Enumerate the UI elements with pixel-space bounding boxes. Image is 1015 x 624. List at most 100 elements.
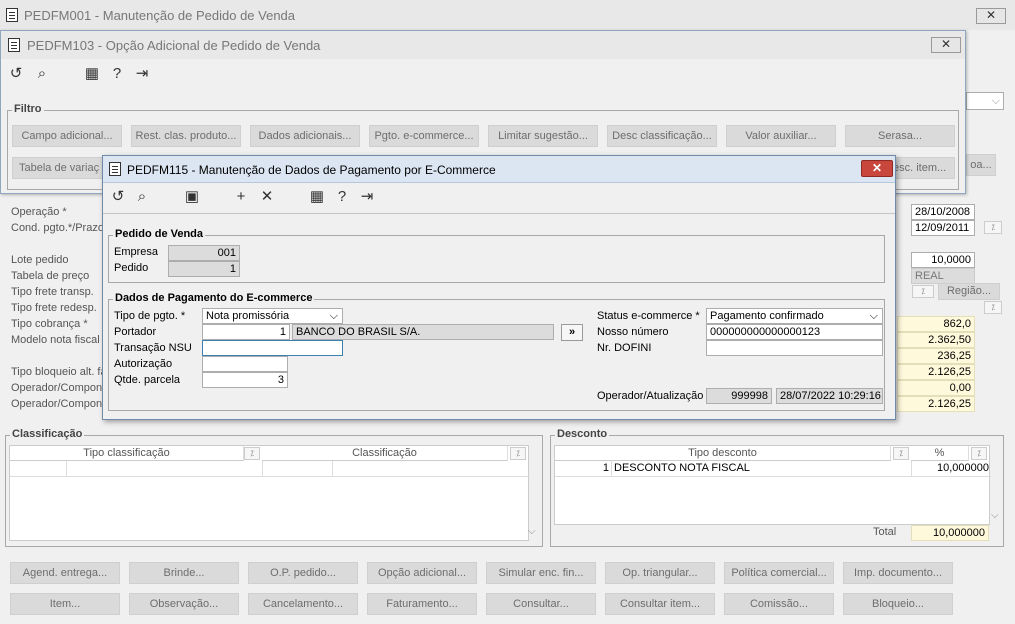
label-lote-pedido: Lote pedido [11, 254, 69, 266]
regiao-button[interactable]: Região... [938, 283, 1000, 300]
parcelas-field[interactable]: 3 [202, 372, 288, 388]
op-triangular-button[interactable]: Op. triangular... [605, 562, 715, 584]
agend-entrega-button[interactable]: Agend. entrega... [10, 562, 120, 584]
date-field-1[interactable]: 28/10/2008 [911, 204, 975, 220]
dialog-close-button[interactable]: ✕ [861, 160, 893, 177]
portador-code-field[interactable]: 1 [202, 324, 290, 340]
item-button[interactable]: Item... [10, 593, 120, 615]
pedido-field: 1 [168, 261, 240, 277]
desconto-group: Desconto Tipo desconto ⁒ % ⁒ 1 DESCONTO … [550, 428, 1004, 547]
calendar-icon[interactable]: ▦ [308, 188, 326, 206]
filter-icon[interactable]: ⁒ [971, 447, 987, 460]
filter-icon[interactable]: ⁒ [984, 301, 1002, 314]
imp-documento-button[interactable]: Imp. documento... [843, 562, 953, 584]
undo-icon[interactable]: ↺ [7, 65, 25, 83]
label-operacao: Operação * [11, 206, 67, 218]
calendar-icon[interactable]: ▦ [83, 65, 101, 83]
autorizacao-label: Autorização [114, 358, 173, 370]
pedido-venda-title: Pedido de Venda [113, 228, 206, 240]
main-top-select[interactable]: ⌵ [966, 92, 1004, 110]
cancelamento-button[interactable]: Cancelamento... [248, 593, 358, 615]
search-icon[interactable]: ⌕ [133, 188, 151, 206]
tipo-pgto-value: Nota promissória [206, 310, 290, 322]
tipo-pgto-select[interactable]: Nota promissória ⌵ [202, 308, 343, 324]
main-close-button[interactable]: ✕ [976, 8, 1006, 24]
filter-icon[interactable]: ⁒ [984, 221, 1002, 234]
main-titlebar: PEDFM001 - Manutenção de Pedido de Venda… [0, 0, 1015, 30]
faturamento-button[interactable]: Faturamento... [367, 593, 477, 615]
dofini-field[interactable] [706, 340, 883, 356]
col-tipo-desconto[interactable]: Tipo desconto [555, 446, 891, 461]
label-frete-transp: Tipo frete transp. [11, 286, 94, 298]
scroll-down-icon[interactable]: ⌵ [991, 510, 999, 521]
operador-field: 999998 [706, 388, 772, 404]
pagamento-dialog: PEDFM115 - Manutenção de Dados de Pagame… [102, 155, 896, 420]
pedido-label: Pedido [114, 262, 149, 274]
label-cond-pgto: Cond. pgto.*/Prazo [11, 222, 104, 234]
delete-icon[interactable]: ✕ [258, 188, 276, 206]
simular-enc-button[interactable]: Simular enc. fin... [486, 562, 596, 584]
col-percent[interactable]: % [911, 446, 969, 461]
label-tipo-bloqueio: Tipo bloqueio alt. fa [11, 366, 107, 378]
exit-icon[interactable]: ⇥ [133, 65, 151, 83]
undo-icon[interactable]: ↺ [109, 188, 127, 206]
exit-icon[interactable]: ⇥ [358, 188, 376, 206]
col-classificacao[interactable]: Classificação [262, 446, 508, 461]
search-icon[interactable]: ⌕ [33, 65, 51, 83]
label-tabela-preco: Tabela de preço [11, 270, 90, 282]
filter-icon[interactable]: ⁒ [893, 447, 909, 460]
help-icon[interactable]: ? [108, 65, 126, 83]
dados-pagamento-title: Dados de Pagamento do E-commerce [113, 292, 315, 304]
document-icon [8, 38, 20, 52]
dialog-titlebar: PEDFM115 - Manutenção de Dados de Pagame… [103, 156, 895, 183]
nosso-numero-field[interactable]: 000000000000000123 [706, 324, 883, 340]
autorizacao-field[interactable] [202, 356, 288, 372]
main-extra-button[interactable]: oa... [966, 154, 996, 176]
filter-icon[interactable]: ⁒ [244, 447, 260, 460]
table-row[interactable]: 1 DESCONTO NOTA FISCAL 10,000000 [555, 461, 991, 477]
date-field-2[interactable]: 12/09/2011 [911, 220, 975, 236]
rest-clas-produto-button[interactable]: Rest. clas. produto... [131, 125, 241, 147]
label-operador-2: Operador/Compone [11, 398, 109, 410]
mid-close-button[interactable]: ✕ [931, 37, 961, 53]
mid-title: PEDFM103 - Opção Adicional de Pedido de … [27, 38, 321, 53]
dados-adicionais-button[interactable]: Dados adicionais... [250, 125, 360, 147]
consultar-button[interactable]: Consultar... [486, 593, 596, 615]
comissao-button[interactable]: Comissão... [724, 593, 834, 615]
add-icon[interactable]: + [232, 188, 250, 206]
nsu-label: Transação NSU [114, 342, 192, 354]
pgto-ecommerce-button[interactable]: Pgto. e-commerce... [369, 125, 479, 147]
row-tipo: DESCONTO NOTA FISCAL [614, 462, 750, 474]
filter-icon[interactable]: ⁒ [912, 285, 934, 298]
portador-lookup-button[interactable]: » [561, 324, 583, 341]
status-select[interactable]: Pagamento confirmado ⌵ [706, 308, 883, 324]
consultar-item-button[interactable]: Consultar item... [605, 593, 715, 615]
filter-icon[interactable]: ⁒ [510, 447, 526, 460]
bloqueio-button[interactable]: Bloqueio... [843, 593, 953, 615]
brinde-button[interactable]: Brinde... [129, 562, 239, 584]
chevron-down-icon: ⌵ [991, 95, 1000, 107]
politica-comercial-button[interactable]: Política comercial... [724, 562, 834, 584]
document-icon [6, 8, 18, 22]
col-tipo-classificacao[interactable]: Tipo classificação [10, 446, 244, 461]
opcao-adicional-button[interactable]: Opção adicional... [367, 562, 477, 584]
scroll-down-icon[interactable]: ⌵ [528, 526, 536, 537]
valor-auxiliar-button[interactable]: Valor auxiliar... [726, 125, 836, 147]
main-title: PEDFM001 - Manutenção de Pedido de Venda [24, 8, 296, 23]
limitar-sugestao-button[interactable]: Limitar sugestão... [488, 125, 598, 147]
portador-name-field: BANCO DO BRASIL S/A. [292, 324, 554, 340]
nsu-field[interactable] [202, 340, 343, 356]
table-row[interactable] [10, 461, 530, 477]
desc-classificacao-button[interactable]: Desc classificação... [607, 125, 717, 147]
save-icon[interactable]: ▣ [183, 188, 201, 206]
observacao-button[interactable]: Observação... [129, 593, 239, 615]
lote-field[interactable]: 10,0000 [911, 252, 975, 268]
campo-adicional-button[interactable]: Campo adicional... [12, 125, 122, 147]
desc-item-button[interactable]: esc. item... [888, 157, 955, 179]
value-field-2: 2.362,50 [897, 332, 975, 348]
op-pedido-button[interactable]: O.P. pedido... [248, 562, 358, 584]
help-icon[interactable]: ? [333, 188, 351, 206]
toolbar-divider [103, 213, 895, 214]
serasa-button[interactable]: Serasa... [845, 125, 955, 147]
moeda-field: REAL [911, 268, 975, 284]
